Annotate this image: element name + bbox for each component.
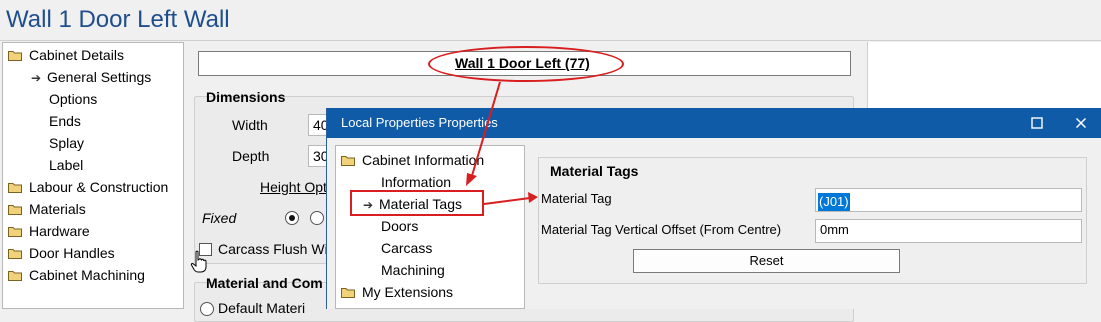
default-material-label: Default Materi — [218, 300, 306, 316]
default-material-radio[interactable] — [200, 302, 214, 316]
material-group-title: Material and Com — [206, 275, 323, 291]
material-tag-label: Material Tag — [541, 191, 612, 206]
tree-item-carcass[interactable]: Carcass — [381, 237, 432, 259]
dialog-title: Local Properties Properties — [341, 115, 498, 130]
annotation-rectangle — [350, 190, 484, 216]
width-label: Width — [232, 117, 268, 133]
tree-item-label[interactable]: Label — [49, 154, 83, 176]
maximize-button[interactable] — [1017, 108, 1057, 138]
tree-item-label: Ends — [49, 113, 81, 129]
carcass-flush-label: Carcass Flush With — [218, 241, 340, 257]
window-title: Wall 1 Door Left Wall — [6, 6, 230, 33]
tree-item-label: General Settings — [47, 69, 152, 85]
tree-item-door-handles[interactable]: Door Handles — [8, 242, 115, 264]
tree-item-label: My Extensions — [362, 284, 454, 300]
close-icon — [1075, 118, 1087, 129]
tree-item-label: Cabinet Machining — [29, 267, 145, 283]
tree-item-label: Labour & Construction — [29, 179, 169, 195]
tree-item-label: Machining — [381, 262, 445, 278]
tree-item-label: Doors — [381, 218, 419, 234]
tree-item-label: Splay — [49, 135, 85, 151]
title-divider — [0, 40, 1101, 41]
tree-item-options[interactable]: Options — [49, 88, 97, 110]
folder-icon — [8, 226, 22, 237]
tree-item-splay[interactable]: Splay — [49, 132, 84, 154]
folder-icon — [8, 50, 22, 61]
close-button[interactable] — [1061, 108, 1101, 138]
tree-item-cabinet-information[interactable]: Cabinet Information — [341, 149, 484, 171]
left-nav-tree[interactable]: Cabinet Details ➔ General Settings Option… — [2, 42, 184, 309]
folder-icon — [8, 204, 22, 215]
folder-icon — [341, 287, 355, 298]
folder-icon — [8, 248, 22, 259]
tree-item-machining[interactable]: Machining — [381, 259, 445, 281]
tree-item-label: Carcass — [381, 240, 433, 256]
tree-item-labour-construction[interactable]: Labour & Construction — [8, 176, 168, 198]
depth-label: Depth — [232, 148, 270, 164]
tree-item-ends[interactable]: Ends — [49, 110, 81, 132]
material-tag-value: (J01) — [818, 193, 850, 211]
annotation-ellipse — [428, 46, 624, 82]
fixed-radio-2[interactable] — [310, 211, 324, 225]
tree-item-materials[interactable]: Materials — [8, 198, 86, 220]
folder-icon — [8, 182, 22, 193]
folder-icon — [341, 155, 355, 166]
tree-item-cabinet-details[interactable]: Cabinet Details — [8, 44, 124, 66]
tree-item-my-extensions[interactable]: My Extensions — [341, 281, 453, 303]
tree-item-label: Hardware — [29, 223, 90, 239]
tree-item-label: Materials — [29, 201, 86, 217]
tree-item-hardware[interactable]: Hardware — [8, 220, 90, 242]
material-tags-title: Material Tags — [550, 163, 639, 179]
tree-item-cabinet-machining[interactable]: Cabinet Machining — [8, 264, 145, 286]
dimensions-title: Dimensions — [206, 89, 286, 105]
local-properties-dialog: Local Properties Properties Cabinet Info… — [326, 108, 1101, 309]
tree-item-label: Label — [49, 157, 84, 173]
tree-item-label: Cabinet Details — [29, 47, 124, 63]
dialog-tree[interactable]: Cabinet Information Information ➔ Materia… — [335, 145, 525, 309]
hand-cursor-icon — [190, 250, 207, 273]
fixed-radio-1[interactable] — [285, 211, 299, 225]
tree-item-label: Cabinet Information — [362, 152, 485, 168]
tree-item-general-settings[interactable]: ➔ General Settings — [31, 66, 151, 88]
folder-icon — [8, 270, 22, 281]
tree-item-doors[interactable]: Doors — [381, 215, 418, 237]
arrow-right-icon: ➔ — [31, 71, 42, 85]
fixed-label: Fixed — [202, 210, 237, 226]
reset-button[interactable]: Reset — [633, 249, 900, 273]
offset-input[interactable]: 0mm — [815, 219, 1082, 243]
tree-item-label: Door Handles — [29, 245, 115, 261]
tree-item-label: Information — [381, 174, 452, 190]
offset-label: Material Tag Vertical Offset (From Centr… — [541, 222, 782, 237]
maximize-icon — [1031, 117, 1043, 129]
tree-item-label: Options — [49, 91, 98, 107]
material-tag-input[interactable]: (J01) — [815, 188, 1082, 212]
